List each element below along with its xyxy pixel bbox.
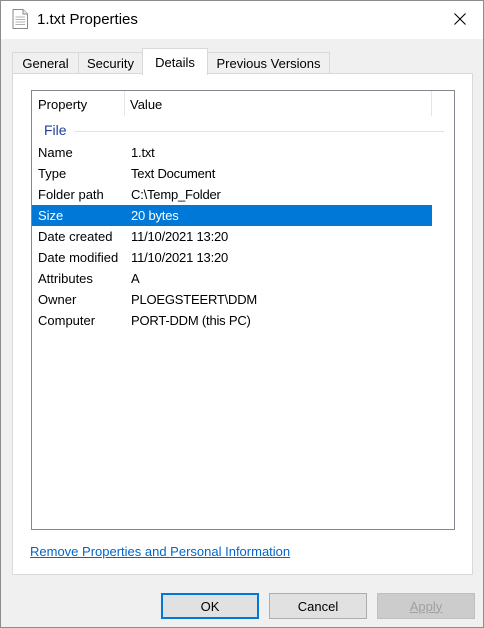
details-panel: Property Value File Name 1.txt Type Text… xyxy=(12,73,473,575)
remove-properties-link[interactable]: Remove Properties and Personal Informati… xyxy=(30,544,290,559)
property-name: Owner xyxy=(38,292,77,307)
property-value: A xyxy=(131,271,140,286)
apply-button-label: Apply xyxy=(409,598,443,614)
property-name: Attributes xyxy=(38,271,93,286)
property-value: Text Document xyxy=(131,166,216,181)
tab-details[interactable]: Details xyxy=(142,48,208,75)
properties-dialog: 1.txt Properties General Security Detail… xyxy=(0,0,484,628)
property-value: 11/10/2021 13:20 xyxy=(131,250,229,265)
property-name: Type xyxy=(38,166,67,181)
property-value: 1.txt xyxy=(131,145,155,160)
table-row[interactable]: Date created 11/10/2021 13:20 xyxy=(32,226,432,247)
tab-security[interactable]: Security xyxy=(78,52,143,74)
table-row[interactable]: Name 1.txt xyxy=(32,142,432,163)
property-name: Date created xyxy=(38,229,113,244)
tab-general[interactable]: General xyxy=(12,52,79,74)
table-row[interactable]: Computer PORT-DDM (this PC) xyxy=(32,310,432,331)
column-header: Property Value xyxy=(32,91,454,116)
column-header-property[interactable]: Property xyxy=(38,97,87,112)
table-row[interactable]: Date modified 11/10/2021 13:20 xyxy=(32,247,432,268)
table-row[interactable]: Attributes A xyxy=(32,268,432,289)
group-header-file: File xyxy=(44,122,444,140)
column-divider[interactable] xyxy=(124,91,125,116)
close-button[interactable] xyxy=(437,1,483,39)
table-row[interactable]: Type Text Document xyxy=(32,163,432,184)
close-icon xyxy=(454,12,466,28)
title-bar[interactable]: 1.txt Properties xyxy=(1,1,483,39)
table-row[interactable]: Folder path C:\Temp_Folder xyxy=(32,184,432,205)
cancel-button[interactable]: Cancel xyxy=(269,593,367,619)
property-value: C:\Temp_Folder xyxy=(131,187,221,202)
column-divider[interactable] xyxy=(431,91,432,116)
property-value: 11/10/2021 13:20 xyxy=(131,229,229,244)
property-name: Name xyxy=(38,145,73,160)
property-value: 20 bytes xyxy=(131,208,179,223)
tab-strip: General Security Details Previous Versio… xyxy=(12,48,472,75)
window-title: 1.txt Properties xyxy=(37,11,138,28)
ok-button[interactable]: OK xyxy=(161,593,259,619)
property-name: Size xyxy=(38,208,64,223)
property-value: PORT-DDM (this PC) xyxy=(131,313,251,328)
text-file-icon xyxy=(12,9,28,29)
property-name: Date modified xyxy=(38,250,119,265)
table-row-selected[interactable]: Size 20 bytes xyxy=(32,205,432,226)
tab-previous-versions[interactable]: Previous Versions xyxy=(207,52,330,74)
property-name: Computer xyxy=(38,313,96,328)
column-header-value[interactable]: Value xyxy=(130,97,162,112)
properties-list[interactable]: Property Value File Name 1.txt Type Text… xyxy=(31,90,455,530)
property-name: Folder path xyxy=(38,187,104,202)
group-label: File xyxy=(44,122,67,138)
table-row[interactable]: Owner PLOEGSTEERT\DDM xyxy=(32,289,432,310)
property-value: PLOEGSTEERT\DDM xyxy=(131,292,258,307)
apply-button[interactable]: Apply xyxy=(377,593,475,619)
group-divider xyxy=(74,131,444,132)
